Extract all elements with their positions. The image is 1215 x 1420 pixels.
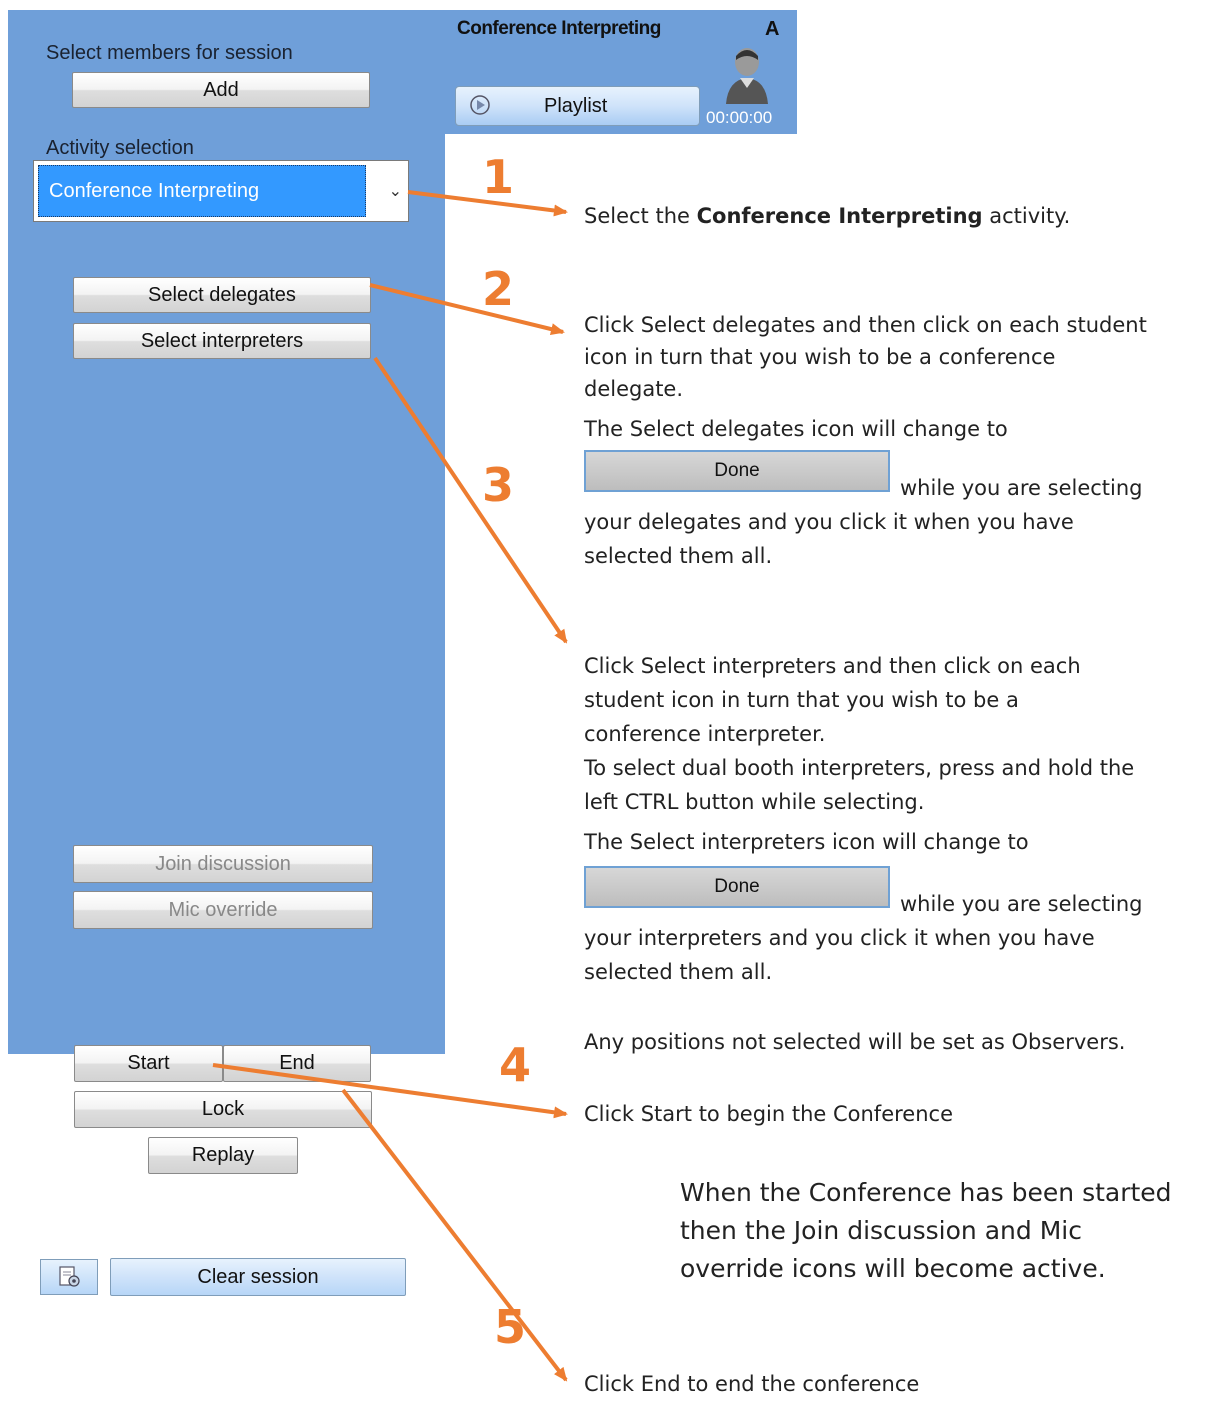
arrow-step-3 — [373, 356, 568, 644]
step-2-line-5: while you are selecting — [900, 476, 1143, 500]
activation-note-line-3: override icons will become active. — [680, 1254, 1106, 1283]
step-2-line-1: Click Select delegates and then click on… — [584, 313, 1147, 337]
step-5-text: Click End to end the conference — [584, 1372, 920, 1396]
step-3-line-7: while you are selecting — [900, 892, 1143, 916]
step-3-line-1: Click Select interpreters and then click… — [584, 654, 1081, 678]
step-number-1: 1 — [482, 150, 515, 204]
step-2-line-4: The Select delegates icon will change to — [584, 417, 1008, 441]
step-3-line-4: To select dual booth interpreters, press… — [584, 756, 1135, 780]
step-number-4: 4 — [499, 1038, 532, 1092]
arrow-step-5 — [341, 1088, 568, 1382]
step-number-2: 2 — [482, 262, 515, 316]
step-3-line-2: student icon in turn that you wish to be… — [584, 688, 1019, 712]
step-3-line-3: conference interpreter. — [584, 722, 826, 746]
done-button-example-2: Done — [584, 866, 890, 908]
step-number-3: 3 — [482, 458, 515, 512]
step-3-line-6: The Select interpreters icon will change… — [584, 830, 1029, 854]
step-1-text: Select the Conference Interpreting activ… — [584, 204, 1071, 228]
activation-note-line-1: When the Conference has been started — [680, 1178, 1172, 1207]
activation-note: When the Conference has been started the… — [680, 1174, 1172, 1288]
step-2-line-7: selected them all. — [584, 544, 773, 568]
step-2-line-3: delegate. — [584, 377, 684, 401]
done-button-example: Done — [584, 450, 890, 492]
step-3-line-8: your interpreters and you click it when … — [584, 926, 1095, 950]
step-number-5: 5 — [494, 1300, 527, 1354]
activation-note-line-2: then the Join discussion and Mic — [680, 1216, 1082, 1245]
step-2-line-6: your delegates and you click it when you… — [584, 510, 1074, 534]
step-2-line-2: icon in turn that you wish to be a confe… — [584, 345, 1056, 369]
step-4-text: Click Start to begin the Conference — [584, 1102, 953, 1126]
step-3-line-5: left CTRL button while selecting. — [584, 790, 925, 814]
observers-note: Any positions not selected will be set a… — [584, 1030, 1126, 1054]
step-3-line-9: selected them all. — [584, 960, 773, 984]
arrow-step-2 — [369, 283, 565, 335]
